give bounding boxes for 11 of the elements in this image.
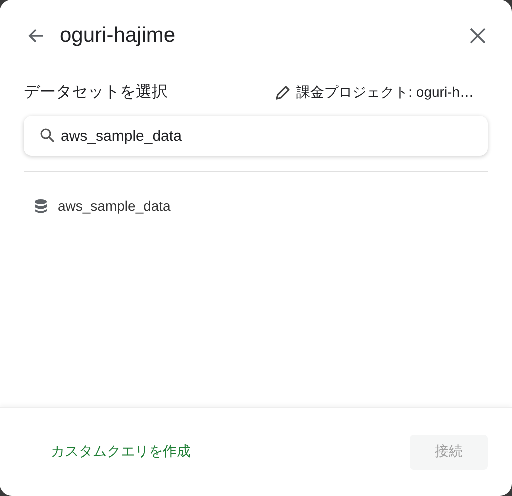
create-custom-query-link[interactable]: カスタムクエリを作成	[51, 443, 191, 461]
section-label: データセットを選択	[24, 83, 168, 103]
billing-project-link[interactable]: 課金プロジェクト: oguri-h…	[274, 84, 474, 102]
search-icon	[40, 128, 55, 143]
database-icon	[34, 198, 48, 214]
back-icon[interactable]	[27, 27, 45, 45]
search-field[interactable]: aws_sample_data	[24, 116, 488, 156]
pencil-icon	[274, 84, 291, 100]
dataset-item[interactable]: aws_sample_data	[0, 198, 512, 214]
close-icon[interactable]	[470, 28, 486, 44]
dialog-title: oguri-hajime	[60, 24, 177, 48]
